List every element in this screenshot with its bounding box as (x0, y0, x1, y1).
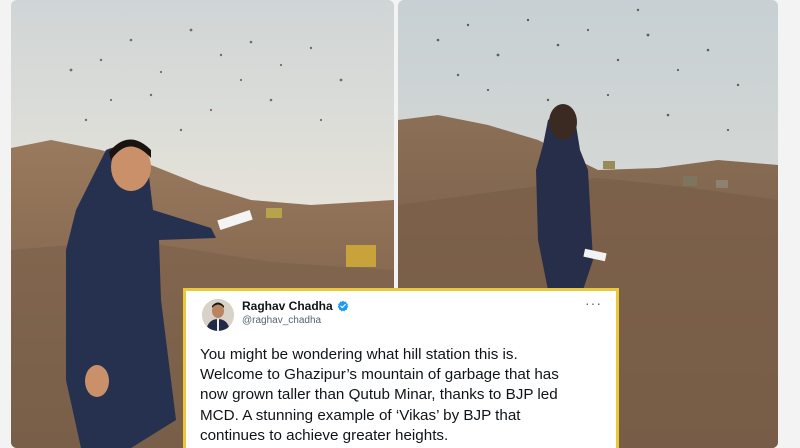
author-handle[interactable]: @raghav_chadha (242, 315, 321, 326)
author-name[interactable]: Raghav Chadha (242, 299, 333, 313)
tweet-text: You might be wondering what hill station… (200, 346, 559, 444)
author-name-row: Raghav Chadha (242, 299, 349, 313)
verified-badge-icon (337, 300, 348, 312)
tweet-card[interactable]: Raghav Chadha @raghav_chadha ··· You mig… (183, 288, 619, 448)
author-avatar[interactable] (202, 299, 234, 331)
more-options-icon[interactable]: ··· (585, 295, 602, 311)
screenshot-frame: Raghav Chadha @raghav_chadha ··· You mig… (0, 0, 800, 448)
